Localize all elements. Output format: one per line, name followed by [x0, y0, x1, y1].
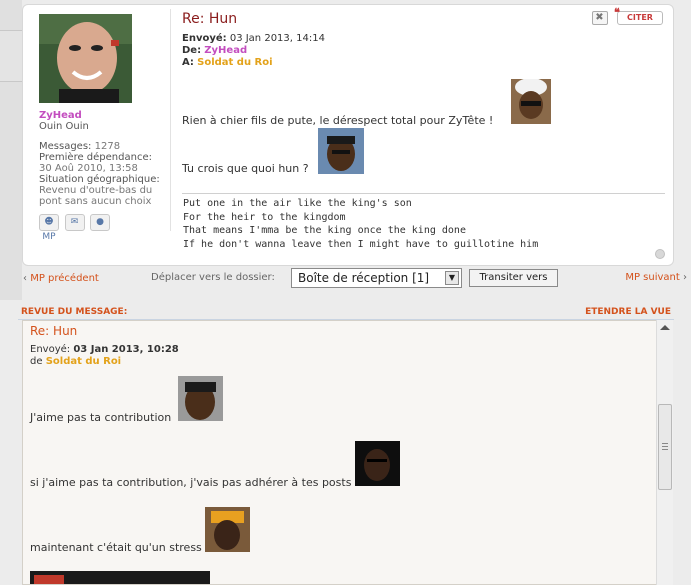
messages-count: 1278 — [94, 141, 121, 152]
message-panel: ZyHead Ouin Ouin Messages: 1278 Première… — [22, 4, 674, 266]
from-user[interactable]: ZyHead — [204, 45, 247, 56]
folder-selected-value: Boîte de réception [1] — [298, 271, 430, 285]
email-icon[interactable]: ✉ — [64, 214, 85, 231]
scroll-thumb[interactable] — [658, 404, 672, 490]
message-line-1: Rien à chier fils de pute, le dérespect … — [182, 114, 494, 127]
side-tab — [0, 30, 22, 82]
message-header: Envoyé: 03 Jan 2013, 14:14 De: ZyHead A:… — [182, 33, 667, 69]
delete-button[interactable]: ✖ — [591, 11, 608, 25]
quote-mark-icon: ❝ — [614, 6, 620, 19]
left-strip — [0, 0, 22, 300]
user-rank: Ouin Ouin — [39, 121, 89, 132]
review-line-3: maintenant c'était qu'un stress — [30, 541, 202, 554]
smiley-image-1 — [511, 79, 551, 124]
pm-label: MP — [42, 232, 56, 242]
first-date: 30 Aoû 2010, 13:58 — [39, 163, 138, 174]
prev-pm-link[interactable]: ‹ MP précédent — [23, 273, 99, 284]
messages-label: Messages: — [39, 141, 92, 152]
review-line-1: J'aime pas ta contribution — [30, 411, 172, 424]
geo-label: Situation géographique: — [39, 174, 160, 185]
review-title: REVUE DU MESSAGE: — [21, 307, 128, 317]
profile-actions: ☻MP ✉ ● — [39, 214, 112, 242]
from-label: De: — [182, 45, 202, 56]
next-pm-link[interactable]: MP suivant › — [625, 272, 687, 283]
review-image-2 — [355, 441, 400, 486]
quote-label: CITER — [627, 13, 653, 22]
to-user[interactable]: Soldat du Roi — [197, 57, 272, 68]
review-sent-date: 03 Jan 2013, 10:28 — [73, 344, 179, 355]
prev-pm-label: MP précédent — [30, 273, 99, 284]
review-image-4 — [30, 571, 210, 584]
chevron-right-icon: › — [683, 272, 687, 283]
sent-date: 03 Jan 2013, 14:14 — [229, 33, 325, 44]
sender-username[interactable]: ZyHead — [39, 110, 82, 121]
first-label: Première dépendance: — [39, 152, 152, 163]
quote-button[interactable]: ❝ CITER — [614, 7, 663, 25]
message-line-2: Tu crois que quoi hun ? — [182, 162, 309, 175]
review-scrollbar[interactable] — [656, 320, 673, 585]
review-sent-label: Envoyé: — [30, 344, 71, 355]
move-folder-label: Déplacer vers le dossier: — [151, 272, 275, 283]
scroll-top-icon[interactable] — [655, 249, 665, 259]
next-pm-label: MP suivant — [625, 272, 680, 283]
expand-view-link[interactable]: ETENDRE LA VUE — [585, 307, 671, 317]
review-from-user[interactable]: Soldat du Roi — [46, 356, 121, 367]
website-icon[interactable]: ● — [90, 214, 110, 231]
smiley-image-2 — [318, 128, 364, 174]
signature: Put one in the air like the king's son F… — [183, 197, 538, 251]
chevron-left-icon: ‹ — [23, 273, 27, 284]
signature-line-1: Put one in the air like the king's son — [183, 198, 412, 209]
review-image-1 — [178, 376, 223, 421]
message-actions: ✖ ❝ CITER — [591, 7, 663, 25]
to-label: A: — [182, 57, 194, 68]
review-from-label: de — [30, 356, 43, 367]
review-header: REVUE DU MESSAGE: ETENDRE LA VUE — [18, 306, 674, 320]
transfer-button[interactable]: Transiter vers — [469, 269, 558, 287]
signature-line-2: For the heir to the kingdom — [183, 211, 346, 223]
user-stats: Messages: 1278 Première dépendance: 30 A… — [39, 141, 167, 207]
signature-divider — [182, 193, 665, 194]
review-image-3 — [205, 507, 250, 552]
pm-icon[interactable]: ☻MP — [39, 214, 59, 242]
review-message: Re: Hun Envoyé: 03 Jan 2013, 10:28 de So… — [22, 320, 656, 585]
signature-line-4: If he don't wanna leave then I might hav… — [183, 238, 539, 250]
sender-profile: ZyHead Ouin Ouin Messages: 1278 Première… — [31, 9, 171, 242]
review-message-header: Envoyé: 03 Jan 2013, 10:28 de Soldat du … — [30, 344, 179, 368]
review-line-2: si j'aime pas ta contribution, j'vais pa… — [30, 476, 352, 489]
geo-value: Revenu d'outre-bas du pont sans aucun ch… — [39, 185, 153, 207]
sent-label: Envoyé: — [182, 33, 227, 44]
avatar — [39, 14, 132, 103]
chevron-down-icon[interactable]: ▼ — [445, 271, 459, 285]
signature-line-3: That means I'mma be the king once the ki… — [183, 225, 466, 236]
scroll-up-icon[interactable] — [660, 325, 670, 330]
pm-navigation: ‹ MP précédent Déplacer vers le dossier:… — [0, 268, 691, 290]
review-message-title: Re: Hun — [30, 324, 78, 338]
folder-select[interactable]: Boîte de réception [1] ▼ — [291, 268, 462, 288]
